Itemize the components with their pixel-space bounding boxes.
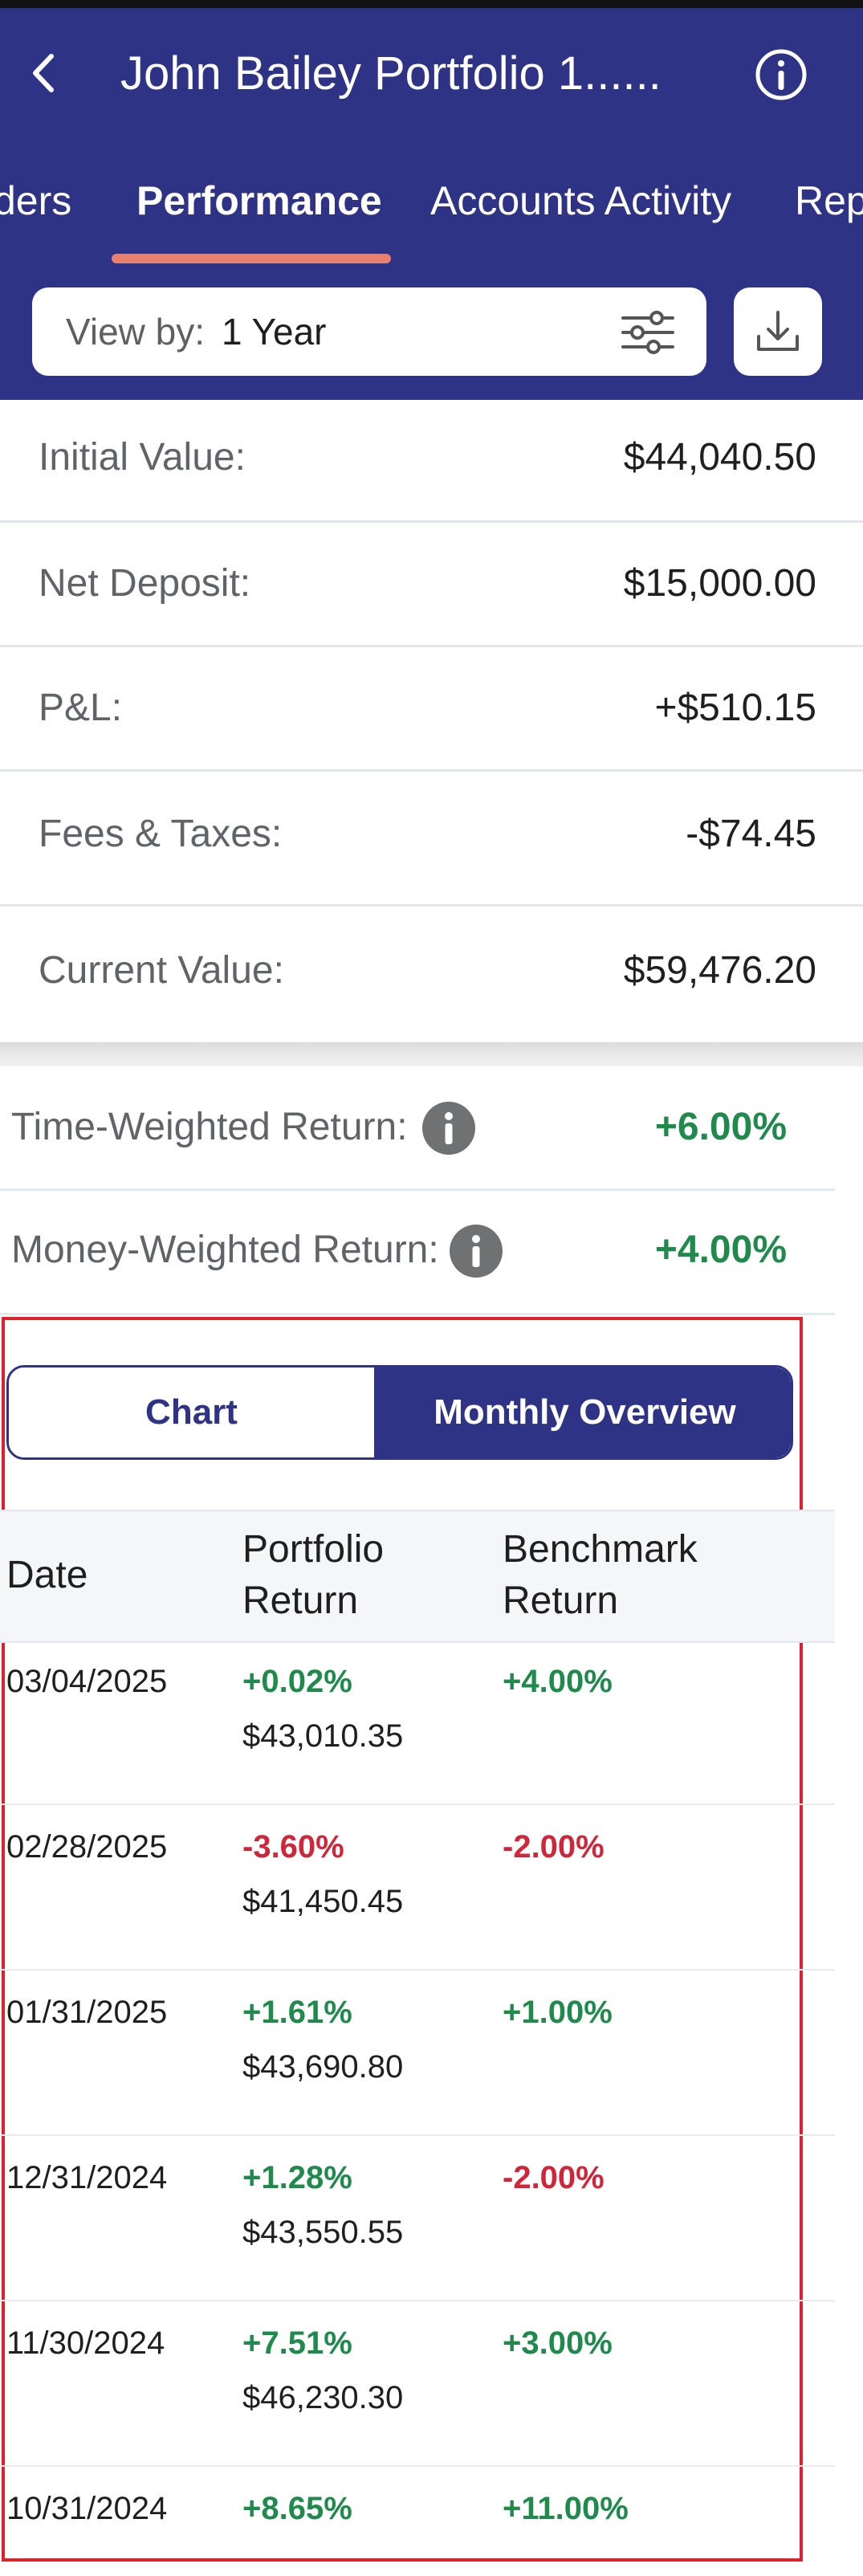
row-portfolio-value: $43,550.55 [242, 2215, 404, 2250]
table-row: 03/04/2025 +0.02% $43,010.35 +4.00% [0, 1640, 835, 1805]
return-label: Money-Weighted Return: [11, 1229, 439, 1271]
row-benchmark-return: +3.00% [503, 2325, 613, 2361]
column-header-benchmark: Benchmark [503, 1528, 698, 1571]
row-benchmark-return: +1.00% [503, 1995, 613, 2030]
table-header: Date Portfolio Return Benchmark Return [0, 1510, 835, 1643]
row-date: 03/04/2025 [6, 1664, 168, 1699]
summary-label: P&L: [39, 687, 123, 729]
info-icon[interactable] [422, 1102, 475, 1155]
view-by-value: 1 Year [222, 311, 327, 353]
row-portfolio-value: $46,230.30 [242, 2380, 404, 2415]
tab-performance[interactable]: Performance [136, 169, 382, 233]
summary-value: $59,476.20 [623, 949, 816, 992]
tab-orders[interactable]: ders [0, 169, 71, 233]
table-row: 11/30/2024 +7.51% $46,230.30 +3.00% [0, 2301, 835, 2467]
column-header-benchmark-return: Return [503, 1579, 619, 1622]
chart-toggle-button[interactable]: Chart [9, 1367, 374, 1457]
app-header: John Bailey Portfolio 1...... ders Perfo… [0, 0, 863, 400]
return-value: +4.00% [654, 1229, 787, 1271]
section-divider [0, 1042, 863, 1066]
active-tab-indicator [112, 254, 391, 263]
summary-label: Initial Value: [39, 436, 246, 479]
row-portfolio-return: +8.65% [242, 2491, 352, 2526]
summary-value: $15,000.00 [623, 562, 816, 605]
chevron-left-icon [33, 54, 54, 92]
row-benchmark-return: +11.00% [503, 2491, 629, 2526]
row-date: 02/28/2025 [6, 1829, 168, 1865]
summary-row: Net Deposit: $15,000.00 [0, 523, 863, 647]
return-label: Time-Weighted Return: [11, 1106, 408, 1148]
summary-row: Fees & Taxes: -$74.45 [0, 772, 863, 907]
info-icon[interactable] [450, 1225, 503, 1278]
summary-label: Current Value: [39, 949, 284, 992]
row-portfolio-return: +7.51% [242, 2325, 352, 2361]
table-row: 12/31/2024 +1.28% $43,550.55 -2.00% [0, 2136, 835, 2301]
column-header-portfolio-return: Return [242, 1579, 359, 1622]
row-benchmark-return: +4.00% [503, 1664, 613, 1699]
return-row: Money-Weighted Return: +4.00% [0, 1191, 835, 1315]
view-toggle: Chart Monthly Overview [6, 1365, 793, 1460]
row-benchmark-return: -2.00% [503, 2160, 605, 2195]
summary-value: $44,040.50 [623, 436, 816, 479]
monthly-overview-toggle-button[interactable]: Monthly Overview [374, 1367, 791, 1457]
row-portfolio-return: +0.02% [242, 1664, 352, 1699]
return-value: +6.00% [654, 1106, 787, 1148]
tab-reports[interactable]: Rep [795, 169, 863, 233]
view-by-selector[interactable]: View by: 1 Year [32, 287, 706, 376]
row-portfolio-return: -3.60% [242, 1829, 344, 1865]
summary-row: P&L: +$510.15 [0, 647, 863, 772]
row-portfolio-value: $41,450.45 [242, 1884, 404, 1919]
row-date: 10/31/2024 [6, 2491, 168, 2526]
row-date: 12/31/2024 [6, 2160, 168, 2195]
info-icon [755, 49, 807, 100]
summary-value: +$510.15 [654, 687, 816, 729]
page-title: John Bailey Portfolio 1...... [120, 47, 661, 100]
summary-label: Fees & Taxes: [39, 813, 283, 855]
summary-row: Current Value: $59,476.20 [0, 907, 863, 1042]
table-row: 02/28/2025 -3.60% $41,450.45 -2.00% [0, 1805, 835, 1971]
row-portfolio-value: $43,690.80 [242, 2049, 404, 2085]
info-button[interactable] [753, 47, 809, 103]
row-date: 11/30/2024 [6, 2325, 165, 2361]
column-header-date: Date [6, 1554, 88, 1596]
download-button[interactable] [734, 287, 822, 376]
tab-accounts-activity[interactable]: Accounts Activity [430, 169, 731, 233]
download-icon [757, 311, 799, 351]
sliders-icon[interactable] [620, 308, 676, 357]
row-portfolio-return: +1.28% [242, 2160, 352, 2195]
table-row: 10/31/2024 +8.65% +11.00% [0, 2467, 835, 2562]
row-date: 01/31/2025 [6, 1995, 168, 2030]
row-portfolio-value: $43,010.35 [242, 1718, 404, 1754]
summary-label: Net Deposit: [39, 562, 251, 605]
return-row: Time-Weighted Return: +6.00% [0, 1066, 835, 1191]
row-portfolio-return: +1.61% [242, 1995, 352, 2030]
column-header-portfolio: Portfolio [242, 1528, 385, 1571]
table-row: 01/31/2025 +1.61% $43,690.80 +1.00% [0, 1971, 835, 2136]
row-benchmark-return: -2.00% [503, 1829, 605, 1865]
summary-value: -$74.45 [686, 813, 816, 855]
view-by-label: View by: [66, 311, 206, 353]
status-bar [0, 0, 863, 8]
back-button[interactable] [24, 45, 64, 101]
summary-row: Initial Value: $44,040.50 [0, 400, 863, 523]
